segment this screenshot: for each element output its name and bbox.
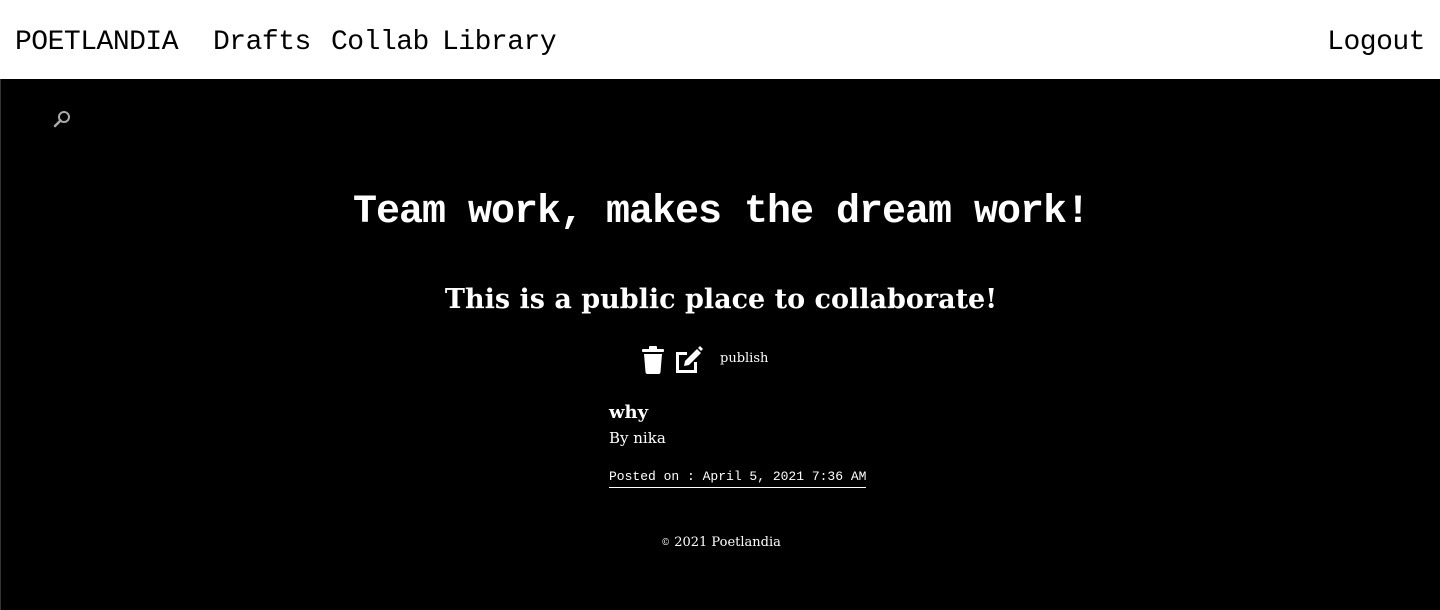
- page-title: Team work, makes the dream work!: [352, 190, 1090, 235]
- search-icon[interactable]: [52, 109, 72, 129]
- footer: © 2021 Poetlandia: [1, 535, 1440, 550]
- footer-text: 2021 Poetlandia: [674, 535, 781, 550]
- copyright-icon: ©: [661, 538, 671, 548]
- nav-drafts-link[interactable]: Drafts: [213, 26, 311, 60]
- post-title[interactable]: why: [609, 401, 866, 425]
- nav-library-link[interactable]: Library: [442, 26, 557, 60]
- page-subtitle: This is a public place to collaborate!: [444, 284, 998, 315]
- post-author: By nika: [609, 429, 666, 447]
- main-content: Team work, makes the dream work! This is…: [0, 79, 1440, 610]
- edit-icon[interactable]: [673, 346, 703, 374]
- post-actions: publish: [641, 345, 768, 375]
- nav-collab-link[interactable]: Collab: [331, 26, 429, 60]
- top-navbar: POETLANDIA Drafts Collab Library Logout: [0, 0, 1440, 79]
- trash-icon[interactable]: [641, 346, 665, 374]
- post-date-link[interactable]: Posted on : April 5, 2021 7:36 AM: [609, 468, 867, 488]
- brand-link[interactable]: POETLANDIA: [15, 26, 179, 60]
- publish-link[interactable]: publish: [720, 351, 768, 366]
- post-card: why By nika Posted on : April 5, 2021 7:…: [609, 401, 867, 488]
- logout-link[interactable]: Logout: [1327, 26, 1425, 60]
